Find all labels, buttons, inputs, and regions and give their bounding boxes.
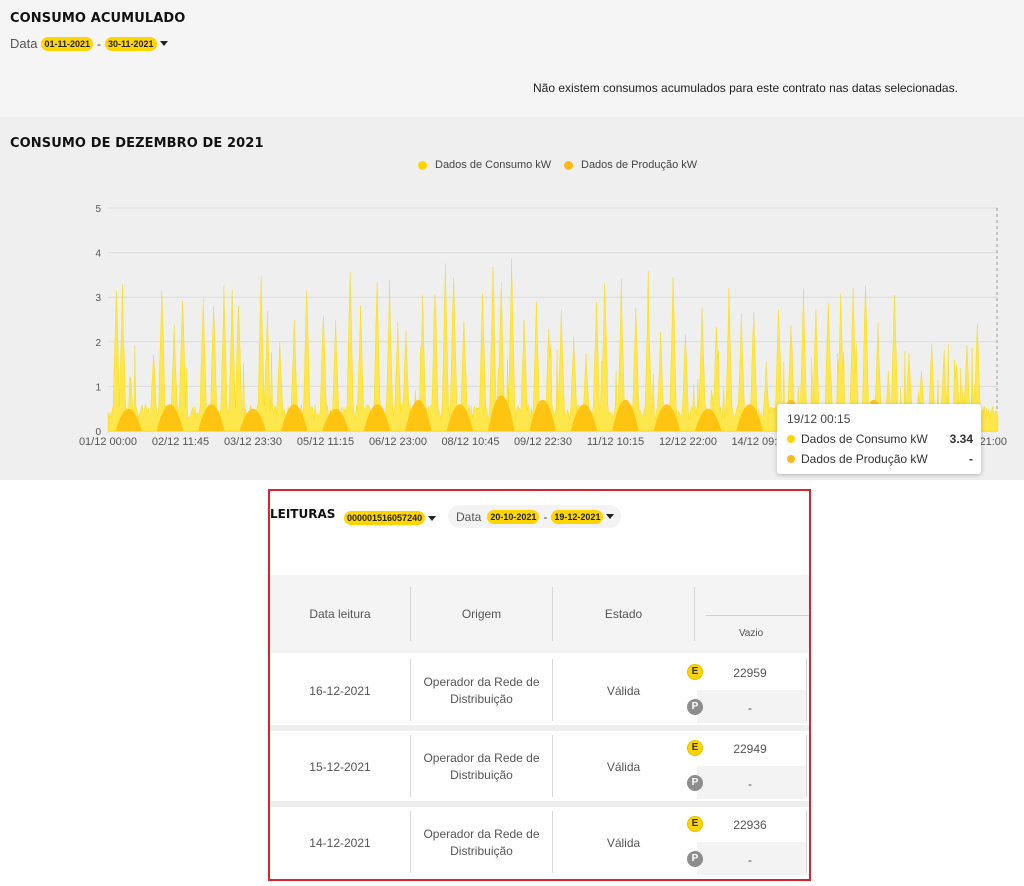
readings-date-label: Data [456,509,482,524]
energy-badge-icon: E [687,816,703,832]
date-separator: - [97,36,102,51]
energy-badge-icon: E [687,740,703,756]
table-row: 16-12-2021 Operador da Rede de Distribui… [270,655,809,725]
x-tick-label: 03/12 23:30 [224,436,282,448]
chevron-down-icon[interactable] [159,41,168,46]
column-header-vazio: Vazio [738,628,764,639]
energy-badge-icon: E [687,664,703,680]
readings-date-filter[interactable]: Data 20-10-2021 - 19-12-2021 [448,505,622,528]
reading-origin-line1: Operador da Rede de [423,827,540,841]
reading-p-value: - [748,701,752,715]
x-tick-label: 01/12 00:00 [79,436,137,448]
column-divider [806,735,807,797]
date-label: Data [10,36,38,51]
reading-p-value: - [748,853,752,867]
contract-selector[interactable]: 000001516057240 [344,511,437,525]
column-divider [694,587,695,641]
production-badge-icon: P [687,699,703,715]
reading-status: Válida [606,836,641,850]
chart-tooltip: 19/12 00:15 Dados de Consumo kW 3.34 Dad… [777,404,981,474]
date-to-pill[interactable]: 30-11-2021 [105,36,157,51]
tooltip-row-producao: Dados de Produção kW - [787,452,973,466]
tooltip-row-consumo: Dados de Consumo kW 3.34 [787,432,973,446]
reading-date: 16-12-2021 [309,684,371,698]
table-header: Data leitura Origem Estado Vazio [270,575,809,653]
reading-p-value: - [748,777,752,791]
production-badge-icon: P [687,851,703,867]
reading-origin-line2: Distribuição [450,844,513,858]
reading-status: Válida [606,760,641,774]
x-tick-label: 06/12 23:00 [369,436,427,448]
series-producao-hump [405,399,432,431]
column-header-origin: Origem [461,607,502,621]
reading-date: 15-12-2021 [309,760,371,774]
table-row: 15-12-2021 Operador da Rede de Distribui… [270,731,809,801]
readings-panel: LEITURAS 000001516057240 Data 20-10-2021… [268,489,811,881]
column-divider [806,659,807,721]
contract-pill[interactable]: 000001516057240 [344,511,426,525]
chevron-down-icon[interactable] [606,514,615,519]
tooltip-value-producao: - [969,452,973,466]
empty-message: Não existem consumos acumulados para est… [533,81,958,95]
column-divider [410,811,411,873]
column-divider [806,811,807,873]
reading-origin-line2: Distribuição [450,692,513,706]
column-header-date: Data leitura [309,607,371,621]
reading-e-value: 22936 [733,818,767,832]
column-divider [410,659,411,721]
chevron-down-icon[interactable] [428,515,437,521]
reading-origin-line2: Distribuição [450,768,513,782]
reading-status: Válida [606,684,641,698]
x-tick-label: 08/12 10:45 [441,436,499,448]
production-badge-icon: P [687,775,703,791]
y-tick-label: 2 [95,338,101,349]
tooltip-dot-consumo [787,435,795,443]
accumulated-date-filter[interactable]: Data 01-11-2021 - 30-11-2021 [10,36,168,51]
x-tick-label: 12/12 22:00 [659,436,717,448]
reading-origin-line1: Operador da Rede de [423,675,540,689]
reading-origin-line1: Operador da Rede de [423,751,540,765]
accumulated-section: CONSUMO ACUMULADO Data 01-11-2021 - 30-1… [0,0,1024,117]
tooltip-dot-producao [787,455,795,463]
reading-date: 14-12-2021 [309,836,371,850]
column-group-divider [706,615,809,616]
reading-e-value: 22959 [733,666,767,680]
accumulated-title: CONSUMO ACUMULADO [10,11,186,26]
x-tick-label: 02/12 11:45 [152,436,209,448]
x-tick-label: 11/12 10:15 [587,436,644,448]
readings-date-from[interactable]: 20-10-2021 [487,509,540,524]
reading-e-value: 22949 [733,742,767,756]
y-tick-label: 1 [95,382,101,393]
readings-date-to[interactable]: 19-12-2021 [551,509,604,524]
y-tick-label: 4 [95,249,101,260]
x-tick-label: 05/12 11:15 [297,436,354,448]
tooltip-label-producao: Dados de Produção kW [801,452,928,466]
tooltip-label-consumo: Dados de Consumo kW [801,432,928,446]
y-tick-label: 3 [95,293,101,304]
y-tick-label: 5 [95,204,101,215]
date-from-pill[interactable]: 01-11-2021 [41,36,94,51]
tooltip-value-consumo: 3.34 [949,432,973,446]
tooltip-time: 19/12 00:15 [787,412,851,426]
readings-title: LEITURAS [270,507,336,521]
x-tick-label: 09/12 22:30 [514,436,572,448]
table-row: 14-12-2021 Operador da Rede de Distribui… [270,807,809,877]
column-divider [410,735,411,797]
readings-date-separator: - [543,509,548,524]
column-header-status: Estado [604,607,643,621]
